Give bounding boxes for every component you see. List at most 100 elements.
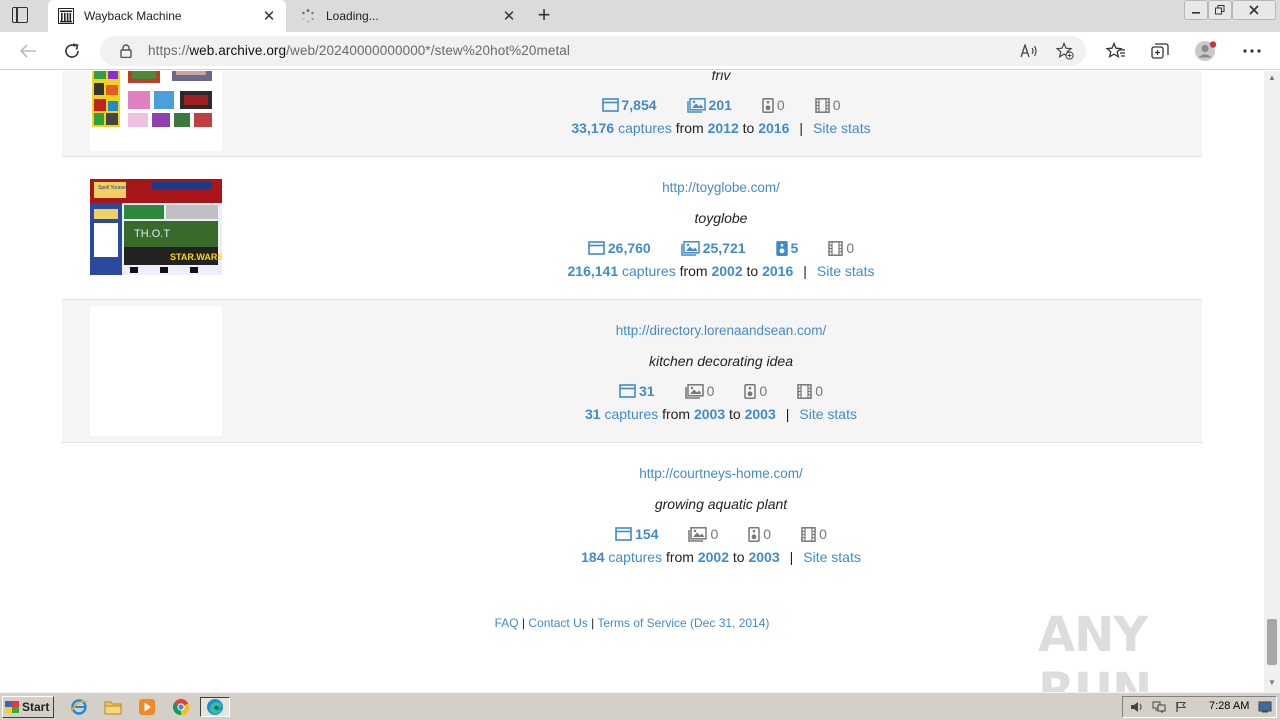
tab-actions-icon[interactable]: [12, 7, 28, 23]
action-center-flag-icon[interactable]: [1173, 700, 1189, 714]
film-icon: [828, 240, 844, 256]
faq-link[interactable]: FAQ: [495, 616, 519, 630]
first-capture-year-link[interactable]: 2003: [694, 406, 725, 422]
refresh-icon[interactable]: [60, 40, 84, 62]
captures-count-link[interactable]: 31: [585, 406, 601, 422]
count-value: 0: [763, 526, 772, 542]
start-button[interactable]: Start: [2, 696, 54, 718]
favorites-icon[interactable]: [1104, 40, 1128, 62]
captures-link[interactable]: captures: [618, 120, 672, 136]
new-tab-plus-icon[interactable]: +: [533, 4, 555, 26]
site-url-link[interactable]: http://toyglobe.com/: [302, 180, 1140, 196]
from-label: from: [665, 549, 694, 565]
more-options-icon[interactable]: [1240, 40, 1264, 62]
minimize-window-icon[interactable]: [1184, 0, 1208, 20]
count-value: 0: [706, 383, 715, 399]
to-label: to: [732, 549, 745, 565]
clock[interactable]: 7:28 AM: [1209, 700, 1249, 712]
first-capture-year-link[interactable]: 2002: [711, 263, 742, 279]
last-capture-year-link[interactable]: 2016: [758, 120, 789, 136]
count-value: 26,760: [607, 240, 651, 256]
terms-of-service-link[interactable]: Terms of Service (Dec 31, 2014): [597, 616, 769, 630]
site-stats-link[interactable]: Site stats: [803, 549, 861, 565]
tab-wayback-machine[interactable]: Wayback Machine ✕: [48, 0, 286, 32]
image-icon: [686, 97, 706, 113]
site-stats-link[interactable]: Site stats: [799, 406, 857, 422]
capture-counts: 154 0 0 0: [302, 524, 1140, 544]
count-value: 0: [819, 526, 827, 542]
contact-us-link[interactable]: Contact Us: [528, 616, 587, 630]
html-count[interactable]: 154: [615, 526, 658, 542]
site-stats-link[interactable]: Site stats: [813, 120, 871, 136]
show-desktop-icon[interactable]: [1257, 700, 1273, 714]
internet-explorer-icon[interactable]: [68, 697, 90, 717]
to-label: to: [729, 406, 741, 422]
count-value: 7,854: [621, 97, 657, 113]
url-host: web.archive.org: [189, 43, 287, 58]
count-value: 201: [708, 97, 732, 113]
html-count[interactable]: 7,854: [601, 97, 657, 113]
captures-link[interactable]: captures: [608, 549, 662, 565]
captures-link[interactable]: captures: [622, 263, 676, 279]
add-favorite-icon[interactable]: [1056, 42, 1074, 60]
edge-icon[interactable]: [200, 697, 230, 717]
result-row: http://directory.lorenaandsean.com/ kitc…: [62, 300, 1202, 443]
vertical-scrollbar[interactable]: ▲ ▼: [1264, 71, 1280, 692]
video-count: 0: [797, 383, 823, 399]
film-icon: [814, 97, 830, 113]
captures-link[interactable]: captures: [604, 406, 658, 422]
captures-count-link[interactable]: 184: [581, 549, 604, 565]
last-capture-year-link[interactable]: 2003: [748, 549, 779, 565]
site-thumbnail[interactable]: [90, 71, 222, 151]
scroll-down-arrow-icon[interactable]: ▼: [1264, 678, 1280, 690]
video-count: 0: [814, 97, 841, 113]
read-aloud-icon[interactable]: [1020, 43, 1038, 59]
result-row: Spell Yourself TH.O.T STAR.WARS http://t…: [62, 157, 1202, 300]
close-window-icon[interactable]: [1232, 0, 1276, 20]
webpage-icon: [601, 98, 619, 112]
restore-window-icon[interactable]: [1208, 0, 1232, 20]
volume-icon[interactable]: [1129, 700, 1145, 714]
collections-icon[interactable]: [1148, 40, 1172, 62]
scrollbar-thumb[interactable]: [1267, 619, 1277, 665]
site-thumbnail[interactable]: Spell Yourself TH.O.T STAR.WARS: [90, 179, 222, 275]
tab-loading[interactable]: Loading... ✕: [290, 0, 526, 32]
count-value: 0: [846, 240, 855, 256]
images-count[interactable]: 25,721: [680, 240, 746, 256]
back-arrow-icon[interactable]: [16, 40, 40, 62]
first-capture-year-link[interactable]: 2012: [708, 120, 739, 136]
audio-count[interactable]: 5: [775, 240, 798, 256]
network-icon[interactable]: [1151, 700, 1167, 714]
last-capture-year-link[interactable]: 2003: [745, 406, 776, 422]
profile-avatar-icon[interactable]: [1194, 40, 1218, 62]
captures-count-link[interactable]: 216,141: [568, 263, 619, 279]
lock-icon[interactable]: [120, 44, 132, 63]
chrome-icon[interactable]: [170, 697, 192, 717]
address-bar[interactable]: https://web.archive.org/web/202400000000…: [100, 36, 1086, 66]
first-capture-year-link[interactable]: 2002: [698, 549, 729, 565]
url-text[interactable]: https://web.archive.org/web/202400000000…: [148, 43, 570, 58]
last-capture-year-link[interactable]: 2016: [762, 263, 793, 279]
film-icon: [801, 526, 816, 542]
images-count[interactable]: 201: [686, 97, 732, 113]
site-thumbnail[interactable]: [90, 306, 222, 436]
close-tab-icon[interactable]: ✕: [498, 7, 520, 25]
from-label: from: [675, 120, 704, 136]
html-count[interactable]: 31: [619, 383, 655, 399]
site-stats-link[interactable]: Site stats: [817, 263, 875, 279]
close-tab-icon[interactable]: ✕: [258, 7, 280, 25]
svg-text:Spell Yourself: Spell Yourself: [98, 185, 129, 191]
footer-separator: |: [518, 616, 529, 630]
scroll-up-arrow-icon[interactable]: ▲: [1264, 73, 1280, 85]
capture-summary: 33,176 captures from 2012 to 2016 | Site s…: [302, 119, 1140, 137]
media-player-icon[interactable]: [136, 697, 158, 717]
from-label: from: [679, 263, 708, 279]
site-url-link[interactable]: http://courtneys-home.com/: [302, 466, 1140, 482]
windows-logo-icon: [5, 701, 19, 713]
webpage-icon: [619, 384, 636, 398]
file-explorer-icon[interactable]: [102, 697, 124, 717]
html-count[interactable]: 26,760: [588, 240, 651, 256]
captures-count-link[interactable]: 33,176: [571, 120, 614, 136]
from-label: from: [662, 406, 691, 422]
site-url-link[interactable]: http://directory.lorenaandsean.com/: [302, 323, 1140, 339]
